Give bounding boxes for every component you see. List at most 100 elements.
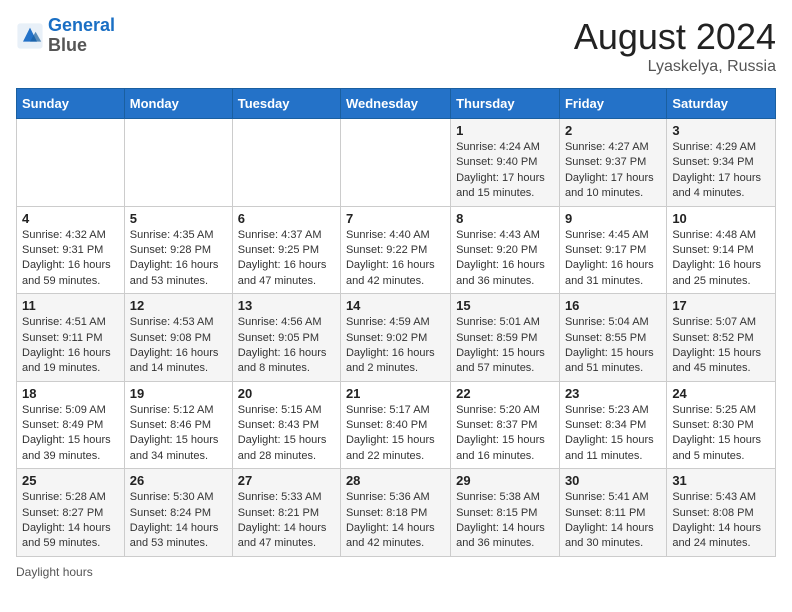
day-info: Sunrise: 5:15 AMSunset: 8:43 PMDaylight:… <box>238 403 335 465</box>
day-info: Sunrise: 5:07 AMSunset: 8:52 PMDaylight:… <box>672 315 770 377</box>
day-number: 25 <box>22 473 119 488</box>
week-row-1: 1 Sunrise: 4:24 AMSunset: 9:40 PMDaylight… <box>17 119 776 207</box>
day-info: Sunrise: 5:20 AMSunset: 8:37 PMDaylight:… <box>456 403 554 465</box>
week-row-5: 25 Sunrise: 5:28 AMSunset: 8:27 PMDayligh… <box>17 469 776 557</box>
day-info: Sunrise: 4:24 AMSunset: 9:40 PMDaylight:… <box>456 140 554 202</box>
day-number: 18 <box>22 386 119 401</box>
day-number: 21 <box>346 386 445 401</box>
day-number: 26 <box>130 473 227 488</box>
day-cell: 16 Sunrise: 5:04 AMSunset: 8:55 PMDayligh… <box>559 294 666 382</box>
day-info: Sunrise: 4:48 AMSunset: 9:14 PMDaylight:… <box>672 228 770 290</box>
day-cell: 3 Sunrise: 4:29 AMSunset: 9:34 PMDaylight… <box>667 119 776 207</box>
day-cell: 22 Sunrise: 5:20 AMSunset: 8:37 PMDayligh… <box>451 381 560 469</box>
day-cell: 28Sunrise: 5:36 AMSunset: 8:18 PMDayligh… <box>340 469 450 557</box>
day-cell: 27 Sunrise: 5:33 AMSunset: 8:21 PMDayligh… <box>232 469 340 557</box>
day-info: Sunrise: 5:04 AMSunset: 8:55 PMDaylight:… <box>565 315 661 377</box>
day-number: 16 <box>565 298 661 313</box>
day-info: Sunrise: 5:09 AMSunset: 8:49 PMDaylight:… <box>22 403 119 465</box>
day-cell: 30Sunrise: 5:41 AMSunset: 8:11 PMDayligh… <box>559 469 666 557</box>
day-info: Sunrise: 4:40 AMSunset: 9:22 PMDaylight:… <box>346 228 445 290</box>
day-cell <box>17 119 125 207</box>
day-cell: 25 Sunrise: 5:28 AMSunset: 8:27 PMDayligh… <box>17 469 125 557</box>
day-cell: 20 Sunrise: 5:15 AMSunset: 8:43 PMDayligh… <box>232 381 340 469</box>
day-cell: 23 Sunrise: 5:23 AMSunset: 8:34 PMDayligh… <box>559 381 666 469</box>
day-info: Sunrise: 4:29 AMSunset: 9:34 PMDaylight:… <box>672 140 770 202</box>
calendar-table: SundayMondayTuesdayWednesdayThursdayFrid… <box>16 88 776 557</box>
day-info: Sunrise: 5:43 AMSunset: 8:08 PMDaylight:… <box>672 490 770 552</box>
calendar-header-row: SundayMondayTuesdayWednesdayThursdayFrid… <box>17 89 776 119</box>
day-cell: 4 Sunrise: 4:32 AMSunset: 9:31 PMDaylight… <box>17 206 125 294</box>
calendar-title: August 2024 <box>574 16 776 58</box>
day-cell: 18 Sunrise: 5:09 AMSunset: 8:49 PMDayligh… <box>17 381 125 469</box>
day-cell: 19Sunrise: 5:12 AMSunset: 8:46 PMDayligh… <box>124 381 232 469</box>
day-cell: 14 Sunrise: 4:59 AMSunset: 9:02 PMDayligh… <box>340 294 450 382</box>
day-info: Sunrise: 4:56 AMSunset: 9:05 PMDaylight:… <box>238 315 335 377</box>
day-info: Sunrise: 5:28 AMSunset: 8:27 PMDaylight:… <box>22 490 119 552</box>
day-info: Sunrise: 4:37 AMSunset: 9:25 PMDaylight:… <box>238 228 335 290</box>
day-cell: 24Sunrise: 5:25 AMSunset: 8:30 PMDayligh… <box>667 381 776 469</box>
day-info: Sunrise: 5:17 AMSunset: 8:40 PMDaylight:… <box>346 403 445 465</box>
logo: GeneralBlue <box>16 16 115 56</box>
day-number: 4 <box>22 211 119 226</box>
day-number: 3 <box>672 123 770 138</box>
week-row-2: 4 Sunrise: 4:32 AMSunset: 9:31 PMDaylight… <box>17 206 776 294</box>
day-cell <box>232 119 340 207</box>
day-number: 28 <box>346 473 445 488</box>
day-info: Sunrise: 4:27 AMSunset: 9:37 PMDaylight:… <box>565 140 661 202</box>
day-cell: 29 Sunrise: 5:38 AMSunset: 8:15 PMDayligh… <box>451 469 560 557</box>
header-saturday: Saturday <box>667 89 776 119</box>
day-cell: 8 Sunrise: 4:43 AMSunset: 9:20 PMDaylight… <box>451 206 560 294</box>
header-thursday: Thursday <box>451 89 560 119</box>
logo-icon <box>16 22 44 50</box>
day-info: Sunrise: 5:38 AMSunset: 8:15 PMDaylight:… <box>456 490 554 552</box>
day-cell: 12Sunrise: 4:53 AMSunset: 9:08 PMDayligh… <box>124 294 232 382</box>
day-number: 31 <box>672 473 770 488</box>
day-number: 14 <box>346 298 445 313</box>
day-number: 1 <box>456 123 554 138</box>
day-number: 24 <box>672 386 770 401</box>
header-tuesday: Tuesday <box>232 89 340 119</box>
day-number: 11 <box>22 298 119 313</box>
footer-note: Daylight hours <box>16 565 776 579</box>
day-number: 30 <box>565 473 661 488</box>
week-row-3: 11 Sunrise: 4:51 AMSunset: 9:11 PMDayligh… <box>17 294 776 382</box>
day-number: 8 <box>456 211 554 226</box>
week-row-4: 18 Sunrise: 5:09 AMSunset: 8:49 PMDayligh… <box>17 381 776 469</box>
calendar-body: 1 Sunrise: 4:24 AMSunset: 9:40 PMDaylight… <box>17 119 776 557</box>
day-info: Sunrise: 4:35 AMSunset: 9:28 PMDaylight:… <box>130 228 227 290</box>
day-cell: 11 Sunrise: 4:51 AMSunset: 9:11 PMDayligh… <box>17 294 125 382</box>
day-number: 22 <box>456 386 554 401</box>
day-info: Sunrise: 4:51 AMSunset: 9:11 PMDaylight:… <box>22 315 119 377</box>
day-number: 23 <box>565 386 661 401</box>
day-info: Sunrise: 5:33 AMSunset: 8:21 PMDaylight:… <box>238 490 335 552</box>
day-number: 27 <box>238 473 335 488</box>
day-number: 5 <box>130 211 227 226</box>
day-cell: 6Sunrise: 4:37 AMSunset: 9:25 PMDaylight… <box>232 206 340 294</box>
header-sunday: Sunday <box>17 89 125 119</box>
day-cell: 9Sunrise: 4:45 AMSunset: 9:17 PMDaylight… <box>559 206 666 294</box>
day-cell: 21 Sunrise: 5:17 AMSunset: 8:40 PMDayligh… <box>340 381 450 469</box>
day-number: 20 <box>238 386 335 401</box>
day-cell: 17 Sunrise: 5:07 AMSunset: 8:52 PMDayligh… <box>667 294 776 382</box>
day-info: Sunrise: 5:23 AMSunset: 8:34 PMDaylight:… <box>565 403 661 465</box>
day-number: 29 <box>456 473 554 488</box>
day-number: 10 <box>672 211 770 226</box>
day-info: Sunrise: 5:30 AMSunset: 8:24 PMDaylight:… <box>130 490 227 552</box>
day-number: 13 <box>238 298 335 313</box>
day-cell <box>340 119 450 207</box>
day-info: Sunrise: 4:45 AMSunset: 9:17 PMDaylight:… <box>565 228 661 290</box>
day-info: Sunrise: 4:32 AMSunset: 9:31 PMDaylight:… <box>22 228 119 290</box>
day-info: Sunrise: 4:43 AMSunset: 9:20 PMDaylight:… <box>456 228 554 290</box>
day-cell <box>124 119 232 207</box>
day-info: Sunrise: 5:12 AMSunset: 8:46 PMDaylight:… <box>130 403 227 465</box>
day-info: Sunrise: 4:53 AMSunset: 9:08 PMDaylight:… <box>130 315 227 377</box>
day-number: 7 <box>346 211 445 226</box>
day-cell: 13 Sunrise: 4:56 AMSunset: 9:05 PMDayligh… <box>232 294 340 382</box>
day-cell: 5 Sunrise: 4:35 AMSunset: 9:28 PMDaylight… <box>124 206 232 294</box>
day-cell: 31 Sunrise: 5:43 AMSunset: 8:08 PMDayligh… <box>667 469 776 557</box>
day-number: 17 <box>672 298 770 313</box>
day-cell: 2Sunrise: 4:27 AMSunset: 9:37 PMDaylight… <box>559 119 666 207</box>
day-info: Sunrise: 4:59 AMSunset: 9:02 PMDaylight:… <box>346 315 445 377</box>
day-cell: 1 Sunrise: 4:24 AMSunset: 9:40 PMDaylight… <box>451 119 560 207</box>
header-wednesday: Wednesday <box>340 89 450 119</box>
